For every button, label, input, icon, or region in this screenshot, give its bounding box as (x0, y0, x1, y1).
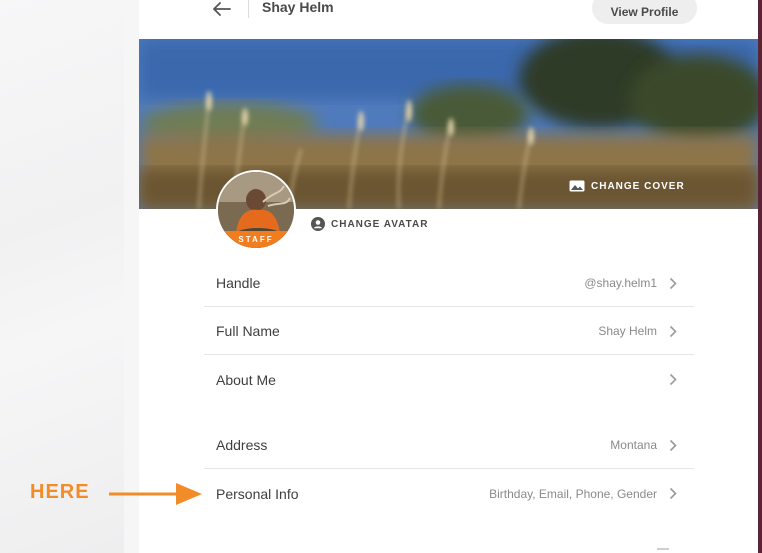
background-left (0, 0, 124, 553)
here-annotation-label: HERE (30, 481, 90, 503)
row-label: Full Name (216, 323, 280, 339)
settings-row-about-me[interactable]: About Me (204, 356, 694, 403)
chevron-right-icon (668, 487, 678, 501)
back-button[interactable] (209, 0, 235, 22)
row-label: About Me (216, 371, 276, 388)
back-arrow-icon (213, 2, 231, 16)
change-cover-label: CHANGE COVER (591, 180, 685, 192)
avatar[interactable]: STAFF (216, 170, 296, 250)
row-label: Handle (216, 275, 261, 291)
change-cover-button[interactable]: CHANGE COVER (569, 179, 685, 193)
settings-row-full-name[interactable]: Full Name Shay Helm (204, 308, 694, 355)
chevron-right-icon (668, 438, 678, 452)
window-edge (758, 0, 762, 553)
arrow-right-icon (109, 483, 202, 505)
topbar-divider (248, 0, 249, 18)
scroll-hint (657, 548, 669, 550)
profile-edit-panel: Shay Helm View Profile CHANGE COVER STAF… (139, 0, 758, 553)
change-avatar-label: CHANGE AVATAR (331, 218, 429, 230)
background-gutter (124, 0, 139, 553)
change-avatar-button[interactable]: CHANGE AVATAR (311, 217, 428, 231)
staff-badge: STAFF (218, 231, 294, 248)
row-value: Birthday, Email, Phone, Gender (489, 486, 657, 501)
row-label: Personal Info (216, 485, 299, 502)
row-value: Montana (610, 438, 657, 452)
settings-row-handle[interactable]: Handle @shay.helm1 (204, 260, 694, 307)
page-title: Shay Helm (262, 0, 334, 15)
row-value: Shay Helm (598, 324, 657, 338)
account-circle-icon (311, 217, 325, 231)
top-bar: Shay Helm View Profile (139, 0, 758, 39)
settings-row-address[interactable]: Address Montana (204, 422, 694, 469)
image-icon (569, 180, 585, 192)
chevron-right-icon (668, 373, 678, 387)
row-value: @shay.helm1 (584, 276, 657, 290)
chevron-right-icon (668, 324, 678, 338)
chevron-right-icon (668, 276, 678, 290)
view-profile-button[interactable]: View Profile (592, 0, 697, 24)
row-label: Address (216, 437, 268, 453)
settings-row-personal-info[interactable]: Personal Info Birthday, Email, Phone, Ge… (204, 470, 694, 517)
